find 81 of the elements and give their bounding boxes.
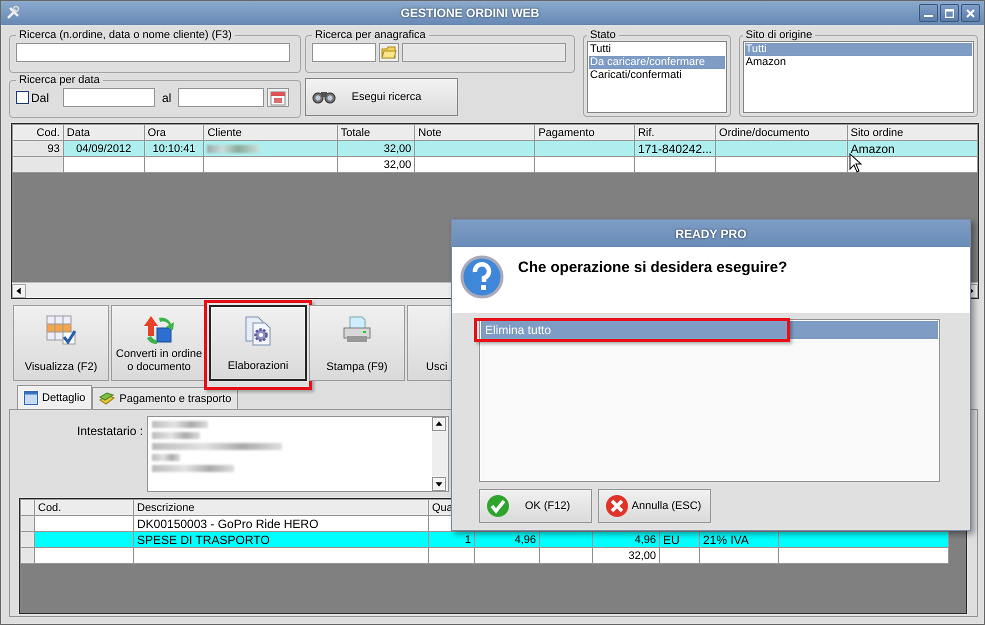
order-row[interactable]: 32,00 bbox=[12, 156, 978, 172]
table-cell: 32,00 bbox=[628, 550, 656, 562]
to-date-field[interactable] bbox=[178, 88, 264, 107]
browse-button[interactable] bbox=[379, 43, 399, 62]
dialog-button[interactable]: Annulla (ESC) bbox=[598, 489, 711, 523]
column-header[interactable]: Totale bbox=[337, 124, 415, 140]
dialog-title: READY PRO bbox=[675, 226, 747, 240]
close-button[interactable] bbox=[961, 4, 980, 22]
table-cell: DK00150003 - GoPro Ride HERO bbox=[137, 516, 318, 530]
order-row[interactable]: 93 04/09/2012 10:10:41 32,00 171-840242... Amazon bbox=[12, 140, 978, 156]
table-cell: 1 bbox=[464, 534, 471, 546]
registry-code-field[interactable] bbox=[312, 43, 376, 62]
dialog-button[interactable]: OK (F12) bbox=[479, 489, 592, 523]
convert-arrows-icon bbox=[143, 314, 175, 346]
dialog-question: Che operazione si desidera eseguire? bbox=[518, 258, 788, 276]
minimize-icon bbox=[924, 15, 933, 17]
column-header[interactable]: Cliente bbox=[204, 124, 338, 140]
search-button[interactable]: Esegui ricerca bbox=[305, 78, 458, 116]
cancel-icon bbox=[605, 494, 629, 518]
search-field[interactable] bbox=[16, 43, 290, 62]
table-cell: 4,96 bbox=[514, 534, 536, 546]
toolbar-button[interactable]: Visualizza (F2) bbox=[13, 305, 109, 381]
group-label: Sito di origine bbox=[744, 29, 814, 41]
detail-row[interactable]: SPESE DI TRASPORTO 1 4,96 4,96 EU 21% IVA bbox=[20, 532, 948, 548]
tab[interactable]: Dettaglio bbox=[17, 385, 92, 409]
column-header[interactable]: Ora bbox=[144, 124, 204, 140]
detail-row[interactable]: 32,00 bbox=[20, 548, 948, 564]
column-header[interactable]: Pagamento bbox=[534, 124, 634, 140]
tab[interactable]: Pagamento e trasporto bbox=[92, 387, 238, 409]
close-icon bbox=[966, 8, 975, 18]
tools-icon bbox=[5, 5, 21, 21]
column-header[interactable]: Ordine/documento bbox=[716, 124, 848, 140]
toolbar-button[interactable]: Converti in ordine o documento bbox=[111, 305, 207, 381]
group-label: Ricerca (n.ordine, data o nome cliente) (F3) bbox=[18, 29, 233, 41]
column-header[interactable]: Note bbox=[414, 124, 535, 140]
column-header[interactable]: Data bbox=[63, 124, 144, 140]
column-header[interactable]: Rif. bbox=[634, 124, 716, 140]
checkmark-icon bbox=[486, 494, 510, 518]
grid-check-icon bbox=[45, 314, 77, 346]
window-title: GESTIONE ORDINI WEB bbox=[400, 6, 540, 20]
table-cell: EU bbox=[663, 532, 680, 546]
table-cell: Amazon bbox=[850, 142, 895, 156]
column-header[interactable]: Cod. bbox=[38, 502, 62, 514]
banknotes-icon bbox=[99, 392, 116, 406]
vertical-scrollbar[interactable] bbox=[432, 417, 448, 491]
toolbar-button[interactable]: Stampa (F9) bbox=[309, 305, 405, 381]
scroll-up-icon[interactable] bbox=[432, 417, 446, 431]
maximize-button[interactable] bbox=[940, 4, 959, 22]
table-cell: SPESE DI TRASPORTO bbox=[137, 532, 270, 546]
holder-field[interactable] bbox=[147, 416, 450, 492]
list-item[interactable]: Tutti bbox=[589, 43, 725, 56]
minimize-button[interactable] bbox=[919, 4, 938, 22]
table-cell: 171-840242... bbox=[638, 142, 712, 156]
table-cell: 04/09/2012 bbox=[76, 142, 132, 154]
table-cell: 93 bbox=[48, 142, 60, 154]
from-checkbox[interactable]: Dal bbox=[16, 90, 60, 104]
column-header[interactable]: Sito ordine bbox=[847, 124, 978, 140]
list-item[interactable]: Caricati/confermati bbox=[589, 69, 725, 82]
holder-label: Intestatario : bbox=[77, 423, 144, 440]
table-cell: 4,96 bbox=[634, 534, 656, 546]
column-header[interactable]: Cod. bbox=[12, 124, 64, 140]
table-cell: 10:10:41 bbox=[152, 142, 196, 154]
group-label: Ricerca per data bbox=[18, 74, 101, 86]
table-cell: 21% IVA bbox=[703, 532, 749, 546]
calendar-button[interactable] bbox=[267, 88, 290, 107]
binoculars-icon bbox=[312, 90, 336, 104]
scroll-left-icon[interactable] bbox=[12, 284, 26, 298]
from-date-field[interactable] bbox=[63, 88, 155, 107]
question-icon bbox=[460, 255, 504, 299]
table-cell: 32,00 bbox=[384, 142, 412, 154]
toolbar-button[interactable]: Elaborazioni bbox=[209, 305, 307, 381]
to-label: al bbox=[161, 90, 172, 104]
group-label: Ricerca per anagrafica bbox=[314, 29, 427, 41]
scroll-down-icon[interactable] bbox=[432, 477, 446, 491]
maximize-icon bbox=[945, 8, 954, 18]
group-label: Stato bbox=[589, 29, 617, 41]
list-item[interactable]: Amazon bbox=[744, 56, 972, 69]
mouse-pointer-icon bbox=[849, 153, 863, 173]
calendar-icon bbox=[24, 390, 38, 404]
table-cell: 32,00 bbox=[384, 158, 412, 170]
column-header[interactable]: Descrizione bbox=[137, 502, 194, 514]
